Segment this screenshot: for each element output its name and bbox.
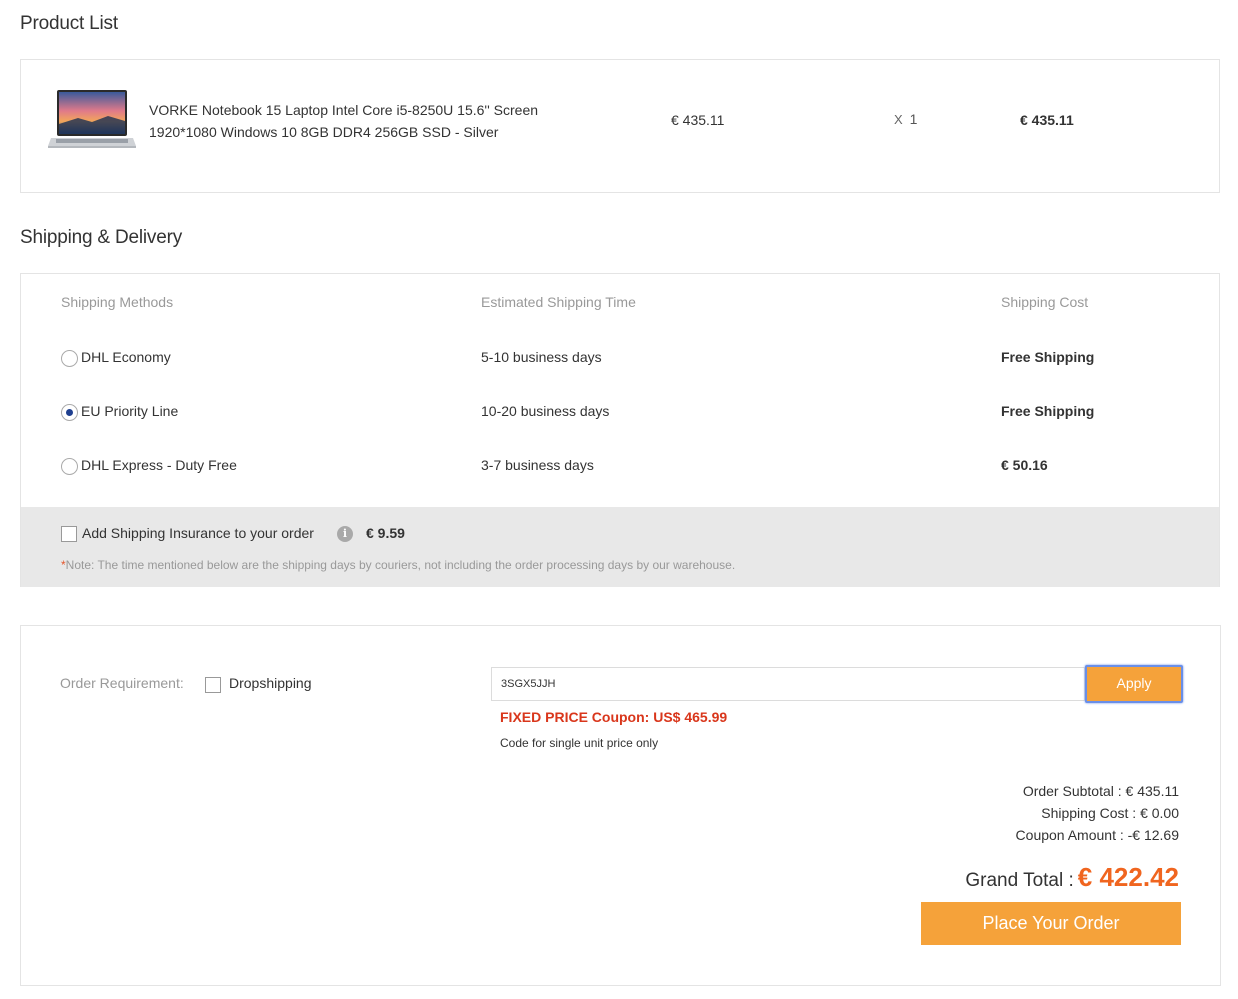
header-shipping-cost: Shipping Cost <box>1001 294 1089 310</box>
shipping-method-cost: Free Shipping <box>1001 403 1095 419</box>
shipping-method-time: 5-10 business days <box>481 349 602 365</box>
shipping-option-dhl-express[interactable]: DHL Express - Duty Free 3-7 business day… <box>21 455 1219 479</box>
shipping-method-time: 3-7 business days <box>481 457 594 473</box>
shipping-option-dhl-economy[interactable]: DHL Economy 5-10 business days Free Ship… <box>21 347 1219 371</box>
shipping-insurance-panel: Add Shipping Insurance to your order i €… <box>21 507 1219 587</box>
order-requirement-label: Order Requirement: <box>60 675 184 691</box>
shipping-panel: Shipping Methods Estimated Shipping Time… <box>20 273 1220 587</box>
dropshipping-checkbox[interactable] <box>205 677 221 693</box>
product-line-total: € 435.11 <box>1020 112 1074 128</box>
grand-total-value: € 422.42 <box>1077 862 1179 892</box>
product-list-title: Product List <box>20 13 118 34</box>
shipping-delivery-title: Shipping & Delivery <box>20 227 183 248</box>
shipping-method-name[interactable]: EU Priority Line <box>81 403 178 419</box>
shipping-method-cost: € 50.16 <box>1001 457 1048 473</box>
quantity-value: 1 <box>909 111 918 127</box>
laptop-thumbnail[interactable] <box>48 88 136 154</box>
order-coupon-amount: Coupon Amount : -€ 12.69 <box>1015 827 1179 843</box>
coupon-code-input[interactable] <box>491 667 1085 701</box>
radio-dhl-express[interactable] <box>61 458 78 475</box>
header-estimated-time: Estimated Shipping Time <box>481 294 636 310</box>
insurance-label[interactable]: Add Shipping Insurance to your order <box>82 525 314 541</box>
dropshipping-label[interactable]: Dropshipping <box>229 675 312 691</box>
apply-coupon-button[interactable]: Apply <box>1085 665 1183 703</box>
place-order-button[interactable]: Place Your Order <box>921 902 1181 945</box>
quantity-prefix: X <box>894 112 903 127</box>
order-subtotal: Order Subtotal : € 435.11 <box>1022 783 1179 799</box>
shipping-option-eu-priority-line[interactable]: EU Priority Line 10-20 business days Fre… <box>21 401 1219 425</box>
grand-total-label: Grand Total : <box>965 870 1074 891</box>
shipping-method-time: 10-20 business days <box>481 403 610 419</box>
product-unit-price: € 435.11 <box>671 112 725 128</box>
order-shipping-cost: Shipping Cost : € 0.00 <box>1041 805 1179 821</box>
radio-dhl-economy[interactable] <box>61 350 78 367</box>
radio-eu-priority-line[interactable] <box>61 404 78 421</box>
order-summary-panel: Order Requirement: Dropshipping Apply FI… <box>20 625 1221 986</box>
insurance-price: € 9.59 <box>366 525 405 541</box>
info-icon[interactable]: i <box>337 526 353 542</box>
header-shipping-methods: Shipping Methods <box>61 294 174 310</box>
shipping-method-name[interactable]: DHL Economy <box>81 349 171 365</box>
insurance-checkbox[interactable] <box>61 526 77 542</box>
note-text: Note: The time mentioned below are the s… <box>65 558 736 572</box>
shipping-note: *Note: The time mentioned below are the … <box>61 558 735 572</box>
grand-total: Grand Total : € 422.42 <box>965 862 1179 893</box>
product-name-link[interactable]: VORKE Notebook 15 Laptop Intel Core i5-8… <box>149 99 569 143</box>
coupon-subtext: Code for single unit price only <box>500 736 659 750</box>
shipping-method-name[interactable]: DHL Express - Duty Free <box>81 457 237 473</box>
shipping-method-cost: Free Shipping <box>1001 349 1095 365</box>
product-quantity: X1 <box>894 111 917 127</box>
coupon-message: FIXED PRICE Coupon: US$ 465.99 <box>500 709 728 725</box>
product-list-panel: VORKE Notebook 15 Laptop Intel Core i5-8… <box>20 59 1220 193</box>
